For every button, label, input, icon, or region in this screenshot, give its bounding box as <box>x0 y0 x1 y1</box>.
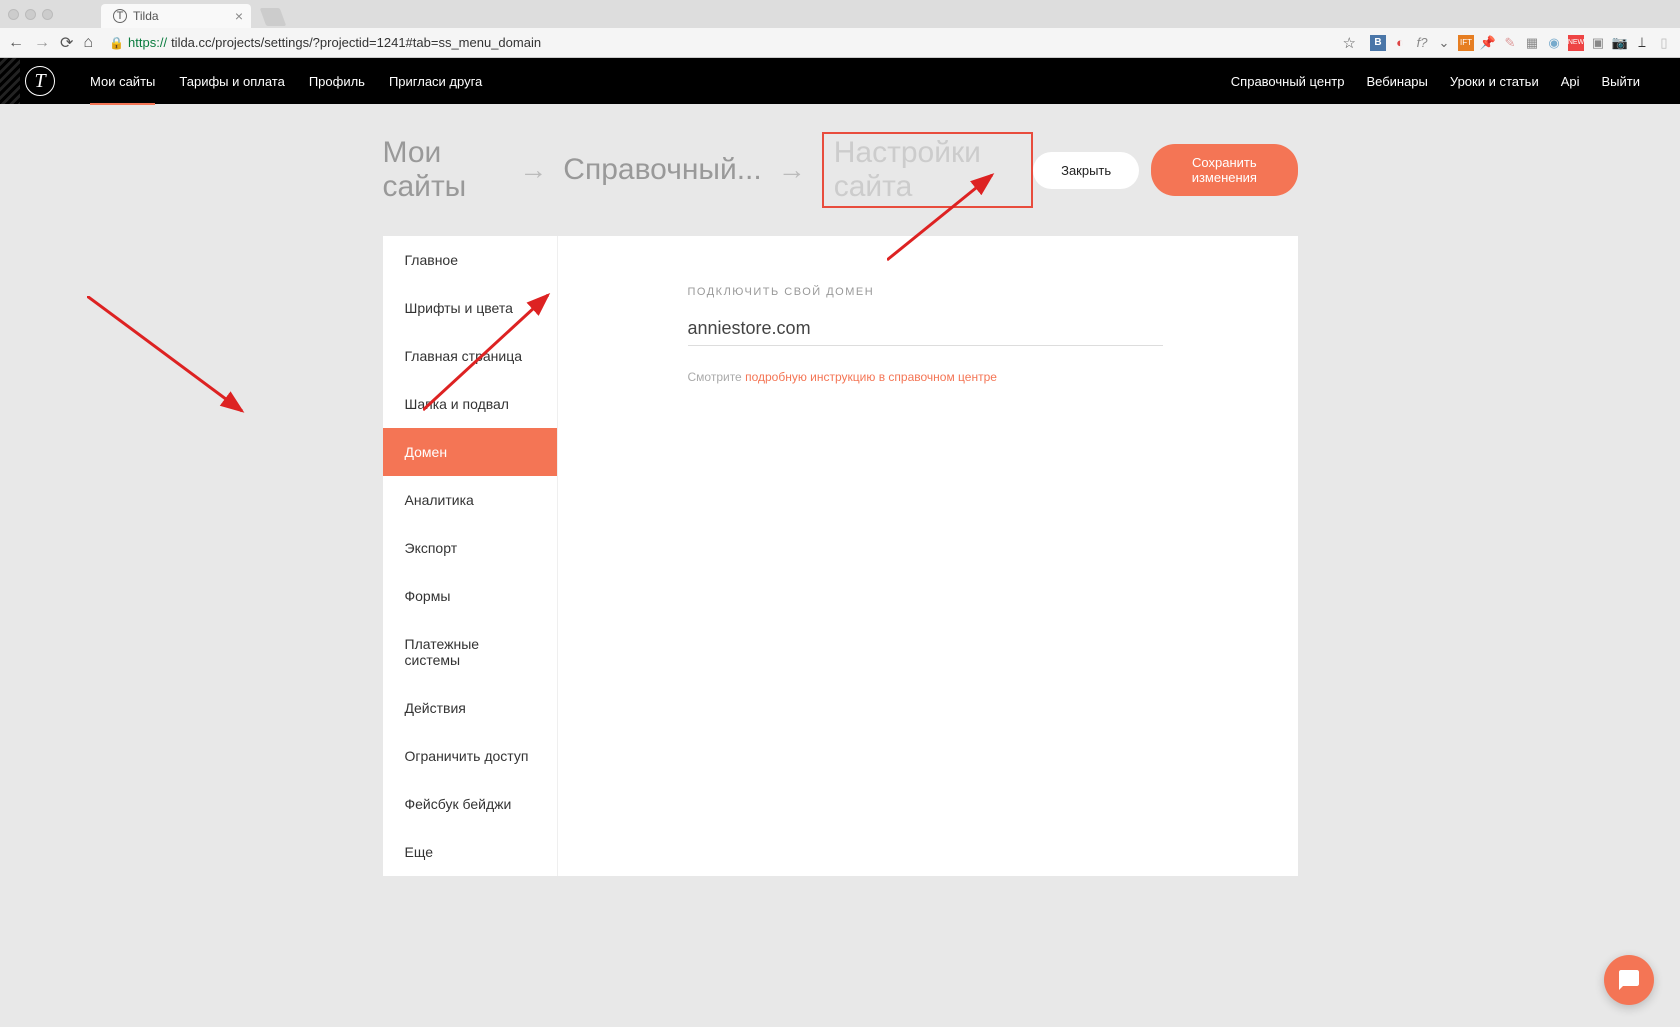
content-area: ПОДКЛЮЧИТЬ СВОЙ ДОМЕН Смотрите подробную… <box>558 236 1298 876</box>
ext-icon-11[interactable]: ▣ <box>1590 35 1606 51</box>
sidebar-item-analytics[interactable]: Аналитика <box>383 476 557 524</box>
vk-ext-icon[interactable]: B <box>1370 35 1386 51</box>
browser-tab[interactable]: T Tilda × <box>101 4 251 28</box>
nav-api[interactable]: Api <box>1561 74 1580 89</box>
browser-tab-bar: T Tilda × <box>0 0 1680 28</box>
sidebar-item-main[interactable]: Главное <box>383 236 557 284</box>
sidebar-item-payments[interactable]: Платежные системы <box>383 620 557 684</box>
header-pattern <box>0 58 20 104</box>
tab-favicon-icon: T <box>113 9 127 23</box>
nav-webinars[interactable]: Вебинары <box>1366 74 1427 89</box>
ext-icon-10[interactable]: NEW <box>1568 35 1584 51</box>
camera-ext-icon[interactable]: 📷 <box>1612 35 1628 51</box>
ext-icon-14[interactable]: ▯ <box>1656 35 1672 51</box>
browser-toolbar: ← → ⟳ ⌂ 🔒 https:// tilda.cc/projects/sett… <box>0 28 1680 58</box>
reload-button[interactable]: ⟳ <box>60 33 73 53</box>
breadcrumb-project[interactable]: Справочный... <box>563 153 761 187</box>
pinterest-ext-icon[interactable]: 📌 <box>1480 35 1496 51</box>
url-bar[interactable]: 🔒 https:// tilda.cc/projects/settings/?pr… <box>103 35 1332 50</box>
logo-icon: T <box>25 66 55 96</box>
arrow-right-icon: → <box>778 154 806 186</box>
sidebar-item-more[interactable]: Еще <box>383 828 557 876</box>
domain-input[interactable] <box>688 312 1163 346</box>
arrow-right-icon: → <box>519 154 547 186</box>
traffic-close-icon[interactable] <box>8 9 19 20</box>
breadcrumb: Мои сайты → Справочный... → Настройки са… <box>383 132 1034 208</box>
pocket-ext-icon[interactable]: ⌄ <box>1436 35 1452 51</box>
sidebar-item-actions[interactable]: Действия <box>383 684 557 732</box>
nav-tutorials[interactable]: Уроки и статьи <box>1450 74 1539 89</box>
tab-title: Tilda <box>133 9 159 23</box>
settings-sidebar: Главное Шрифты и цвета Главная страница … <box>383 236 558 876</box>
settings-panel: Главное Шрифты и цвета Главная страница … <box>383 236 1298 876</box>
bookmark-star-icon[interactable]: ☆ <box>1343 34 1356 52</box>
close-button[interactable]: Закрыть <box>1033 152 1139 189</box>
sidebar-item-header-footer[interactable]: Шапка и подвал <box>383 380 557 428</box>
sidebar-item-fonts[interactable]: Шрифты и цвета <box>383 284 557 332</box>
nav-pricing[interactable]: Тарифы и оплата <box>179 59 284 104</box>
forward-button[interactable]: → <box>34 34 50 52</box>
ext-icon-8[interactable]: ▦ <box>1524 35 1540 51</box>
ext-icon-2[interactable]: ◐ <box>1392 35 1408 51</box>
nav-logout[interactable]: Выйти <box>1602 74 1641 89</box>
lock-icon: 🔒 <box>109 36 124 50</box>
nav-profile[interactable]: Профиль <box>309 59 365 104</box>
url-protocol: https:// <box>128 35 167 50</box>
traffic-min-icon[interactable] <box>25 9 36 20</box>
page-header: Мои сайты → Справочный... → Настройки са… <box>383 132 1298 208</box>
nav-my-sites[interactable]: Мои сайты <box>90 59 155 104</box>
save-button[interactable]: Сохранить изменения <box>1151 144 1297 196</box>
help-prefix: Смотрите <box>688 370 746 384</box>
back-button[interactable]: ← <box>8 34 24 52</box>
ext-icon-13[interactable]: ⟘ <box>1634 35 1650 51</box>
chat-button[interactable] <box>1604 955 1654 1005</box>
sidebar-item-facebook[interactable]: Фейсбук бейджи <box>383 780 557 828</box>
breadcrumb-current: Настройки сайта <box>822 132 1033 208</box>
new-tab-button[interactable] <box>260 8 287 26</box>
sidebar-item-domain[interactable]: Домен <box>383 428 557 476</box>
help-link[interactable]: подробную инструкцию в справочном центре <box>745 370 997 384</box>
ext-icon-9[interactable]: ◉ <box>1546 35 1562 51</box>
sidebar-item-restrict[interactable]: Ограничить доступ <box>383 732 557 780</box>
chat-icon <box>1617 968 1641 992</box>
sidebar-item-export[interactable]: Экспорт <box>383 524 557 572</box>
site-header: T Мои сайты Тарифы и оплата Профиль Приг… <box>0 58 1680 104</box>
extension-icons: B ◐ f? ⌄ IFT 📌 ✎ ▦ ◉ NEW ▣ 📷 ⟘ ▯ <box>1370 35 1672 51</box>
ext-icon-3[interactable]: f? <box>1414 35 1430 51</box>
tab-close-icon[interactable]: × <box>235 8 243 24</box>
nav-help-center[interactable]: Справочный центр <box>1231 74 1345 89</box>
sidebar-item-homepage[interactable]: Главная страница <box>383 332 557 380</box>
home-button[interactable]: ⌂ <box>83 34 93 52</box>
ext-icon-7[interactable]: ✎ <box>1502 35 1518 51</box>
domain-field-label: ПОДКЛЮЧИТЬ СВОЙ ДОМЕН <box>688 286 1238 298</box>
traffic-max-icon[interactable] <box>42 9 53 20</box>
help-text: Смотрите подробную инструкцию в справочн… <box>688 370 1238 384</box>
nav-invite[interactable]: Пригласи друга <box>389 59 482 104</box>
ext-icon-5[interactable]: IFT <box>1458 35 1474 51</box>
breadcrumb-my-sites[interactable]: Мои сайты <box>383 136 504 204</box>
sidebar-item-forms[interactable]: Формы <box>383 572 557 620</box>
url-text: tilda.cc/projects/settings/?projectid=12… <box>171 35 541 50</box>
